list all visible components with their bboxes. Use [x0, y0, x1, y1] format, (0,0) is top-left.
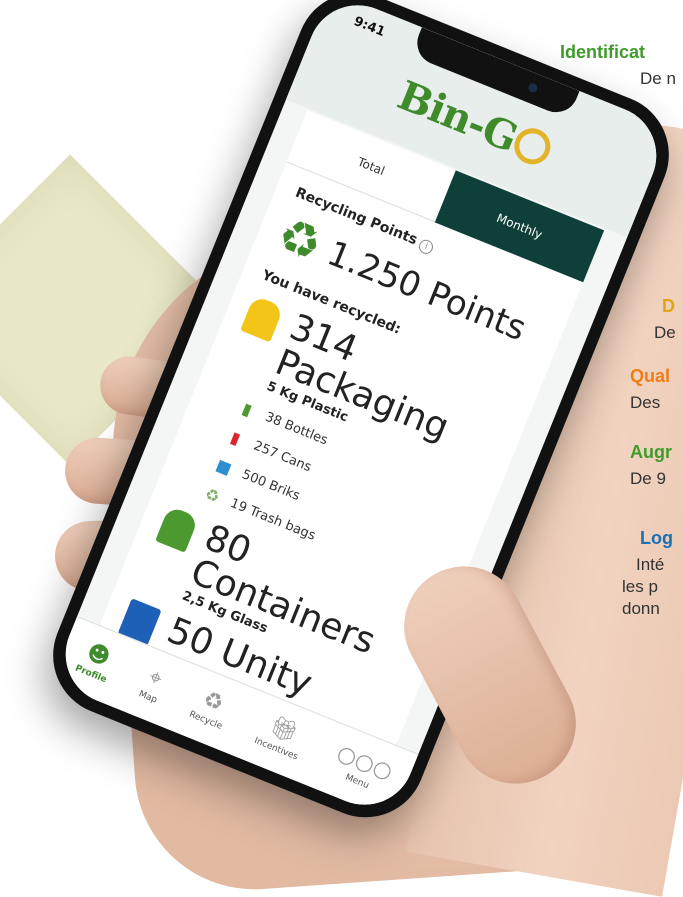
side-text: donn [622, 599, 660, 618]
nav-recycle[interactable]: ♻ Recycle [188, 686, 234, 731]
recycle-icon: ♻ [269, 206, 331, 275]
tab-monthly-label: Monthly [494, 210, 545, 242]
tab-total-label: Total [355, 154, 387, 178]
green-bin-icon [155, 505, 200, 553]
nav-incentives[interactable]: 🎁︎ Incentives [253, 712, 309, 762]
side-item-2: D De [654, 296, 676, 343]
item-label: 500 Briks [239, 466, 303, 504]
brik-icon: ■ [213, 454, 235, 478]
side-title: Qual [630, 366, 671, 386]
side-title: D [662, 296, 675, 316]
trash-bag-icon: ♻ [202, 483, 223, 507]
info-icon[interactable]: i [417, 237, 436, 256]
camera-icon [526, 81, 539, 94]
side-text: De 9 [630, 469, 666, 488]
yellow-bin-icon [240, 295, 285, 343]
side-text: De n [640, 69, 676, 88]
side-title: Log [640, 528, 673, 548]
status-time: 9:41 [351, 14, 388, 41]
side-item-5: Log Inté les p donn [622, 528, 673, 619]
recycle-icon: ♻ [199, 686, 228, 718]
nav-profile[interactable]: ☻ Profile [73, 639, 117, 685]
bottle-icon: ▮ [239, 398, 255, 420]
side-text: Inté [636, 555, 665, 574]
side-title: Augr [630, 442, 672, 462]
can-icon: ▮ [228, 427, 244, 448]
side-item-3: Qual Des [630, 366, 670, 413]
side-text: les p [622, 577, 658, 596]
side-item-4: Augr De 9 [630, 442, 672, 489]
side-title: Identificat [560, 42, 646, 62]
menu-icon: ○○○ [333, 740, 396, 786]
nav-menu[interactable]: ○○○ Menu [328, 740, 396, 797]
side-text: De [654, 323, 676, 342]
side-text: Des [630, 393, 661, 412]
nav-map[interactable]: ⌖ Map [137, 664, 168, 705]
map-icon: ⌖ [145, 664, 166, 693]
profile-icon: ☻ [83, 639, 114, 672]
item-label: 257 Cans [251, 438, 314, 475]
